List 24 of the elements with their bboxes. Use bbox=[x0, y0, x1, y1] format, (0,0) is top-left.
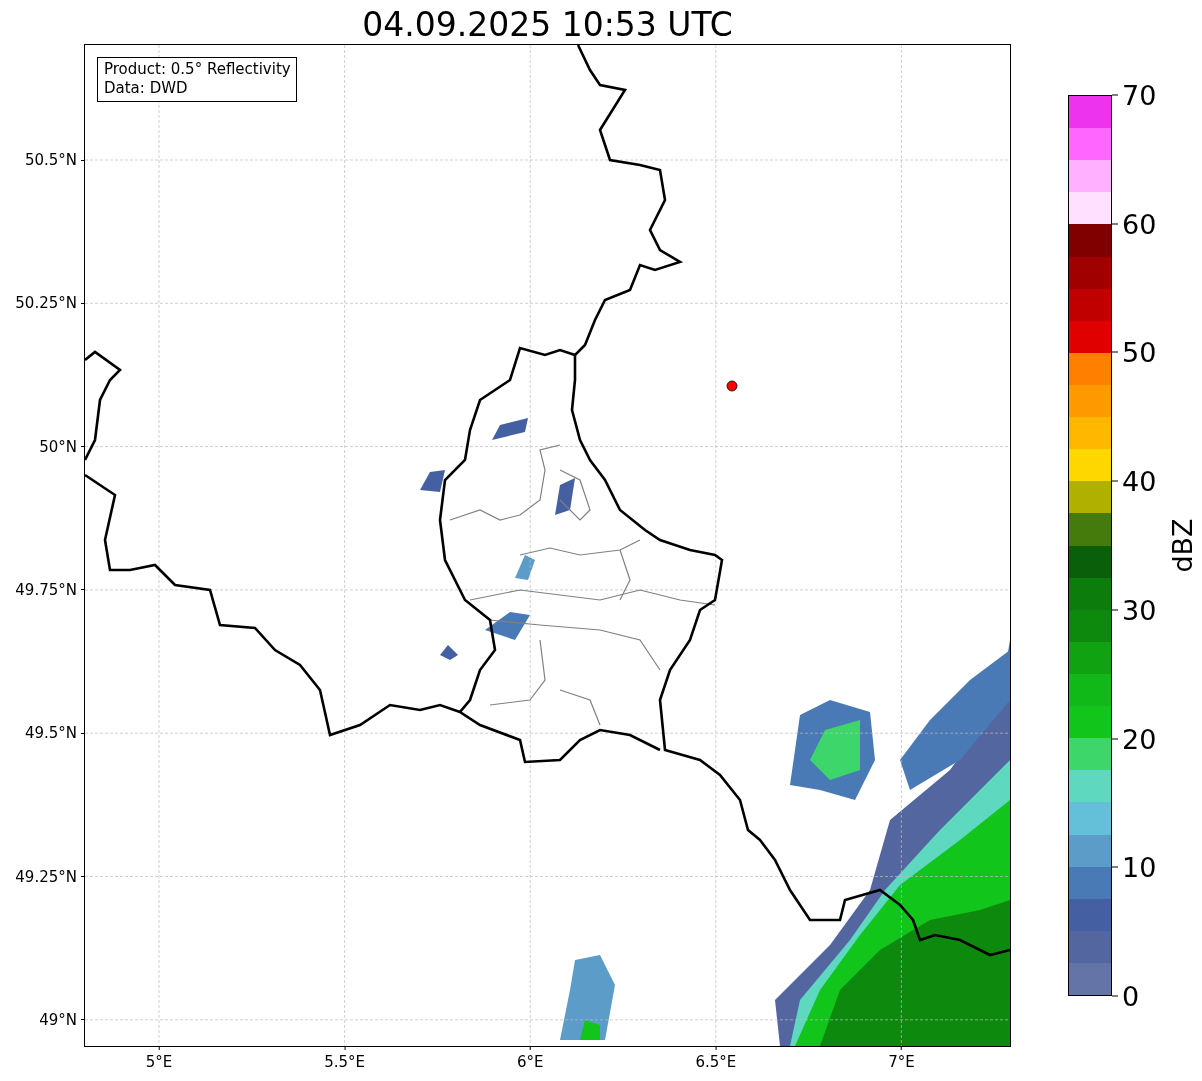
longitude-label: 5.5°E bbox=[324, 1053, 365, 1071]
longitude-label: 6.5°E bbox=[695, 1053, 737, 1071]
colorbar-tick-label: 0 bbox=[1122, 980, 1140, 1012]
latitude-label: 49.5°N bbox=[24, 724, 77, 743]
longitude-label: 5°E bbox=[145, 1053, 173, 1071]
latitude-label: 50.5°N bbox=[24, 151, 77, 169]
latitude-label: 50.25°N bbox=[15, 294, 77, 313]
colorbar-tick-label: 40 bbox=[1122, 465, 1157, 497]
longitude-label: 6°E bbox=[516, 1053, 544, 1071]
latitude-label: 49°N bbox=[39, 1010, 77, 1029]
colorbar-tick-label: 20 bbox=[1122, 723, 1157, 755]
colorbar-tick-label: 50 bbox=[1122, 336, 1157, 368]
colorbar-tick-label: 10 bbox=[1122, 851, 1157, 883]
info-text: Product: 0.5° Reflectivity bbox=[104, 60, 291, 79]
info-text: Data: DWD bbox=[104, 79, 189, 98]
colorbar-tick-label: 70 bbox=[1122, 79, 1157, 111]
colorbar-tick-label: 30 bbox=[1122, 594, 1157, 626]
colorbar-tick-label: 60 bbox=[1122, 208, 1157, 240]
latitude-label: 50°N bbox=[39, 437, 77, 456]
latitude-label: 49.25°N bbox=[15, 867, 77, 886]
colorbar-title: dBZ bbox=[1166, 518, 1198, 573]
chart-title: 04.09.2025 10:53 UTC bbox=[362, 5, 733, 45]
latitude-label: 49.75°N bbox=[15, 580, 77, 599]
longitude-label: 7°E bbox=[888, 1053, 915, 1071]
